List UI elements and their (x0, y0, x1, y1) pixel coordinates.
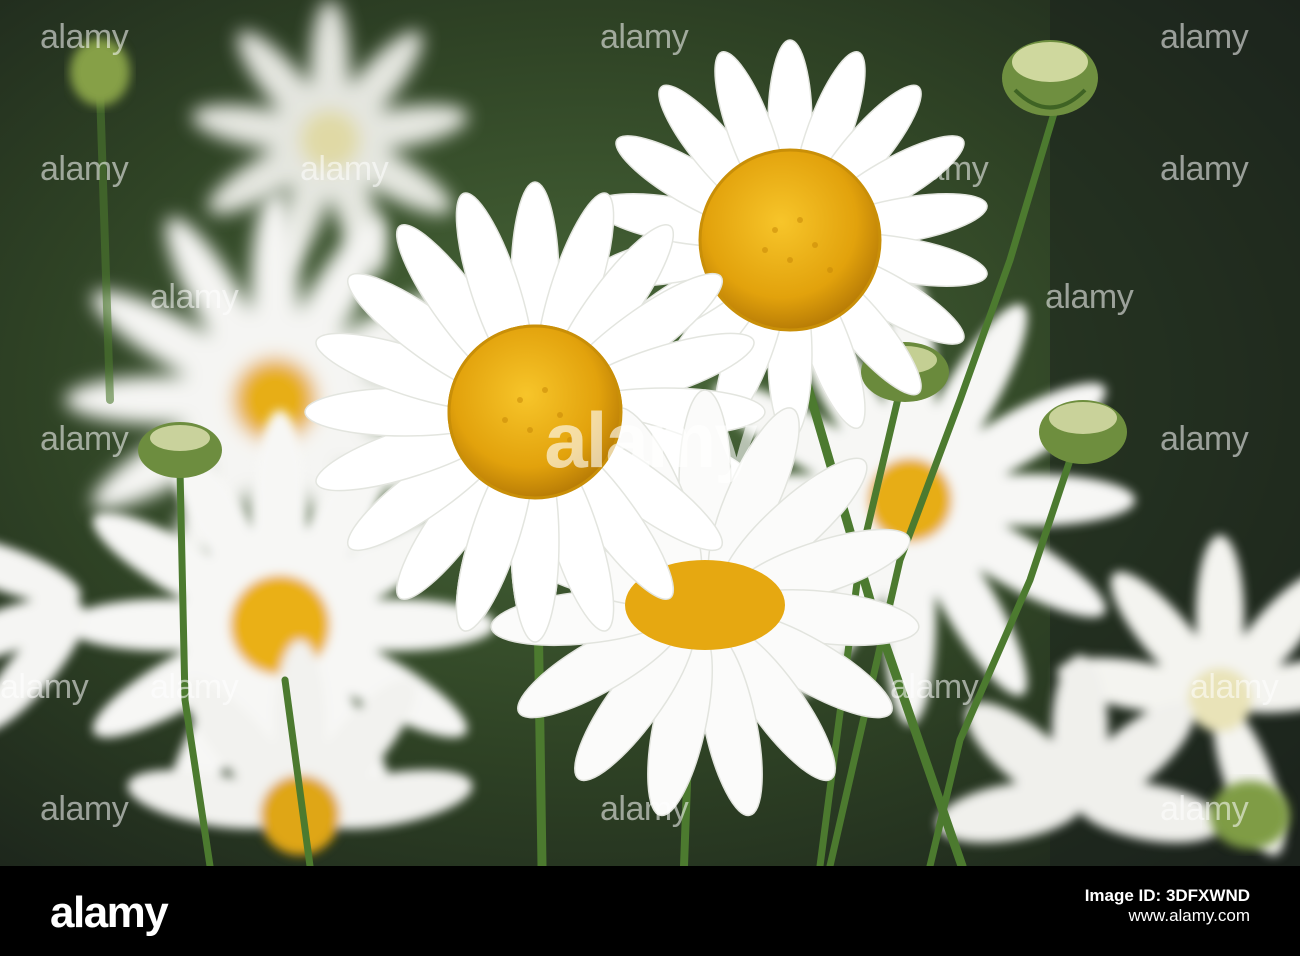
watermark-l1: alamy (40, 150, 129, 188)
watermark-br: alamy (1160, 790, 1249, 828)
daisy-photo: alamy alamy alamy alamy alamy alamy alam… (0, 0, 1300, 866)
image-id-block: Image ID: 3DFXWND www.alamy.com (1085, 886, 1250, 926)
watermark-r5: alamy (890, 668, 979, 706)
watermark-r6: alamy (1190, 668, 1279, 706)
watermark-tr: alamy (1160, 18, 1249, 56)
site-url: www.alamy.com (1128, 906, 1250, 925)
watermark-bl: alamy (40, 790, 129, 828)
watermark-tc: alamy (600, 18, 689, 56)
watermark-r3: alamy (1045, 278, 1134, 316)
watermark-bc: alamy (600, 790, 689, 828)
bud-top-right (1002, 40, 1098, 116)
watermark-l2: alamy (300, 150, 389, 188)
image-id: Image ID: 3DFXWND (1084, 886, 1250, 905)
watermark-l3: alamy (150, 278, 239, 316)
alamy-logo: alamy (50, 888, 169, 937)
watermark-r1: alamy (900, 150, 989, 188)
footer-bar: alamy Image ID: 3DFXWND www.alamy.com (0, 866, 1300, 956)
watermark-r4: alamy (1160, 420, 1249, 458)
watermark-l5: alamy (0, 668, 89, 706)
watermark-l4: alamy (40, 420, 129, 458)
watermark-tl: alamy (40, 18, 129, 56)
watermark-r2: alamy (1160, 150, 1249, 188)
watermark-center: alamy (544, 396, 757, 484)
watermark-l6: alamy (150, 668, 239, 706)
